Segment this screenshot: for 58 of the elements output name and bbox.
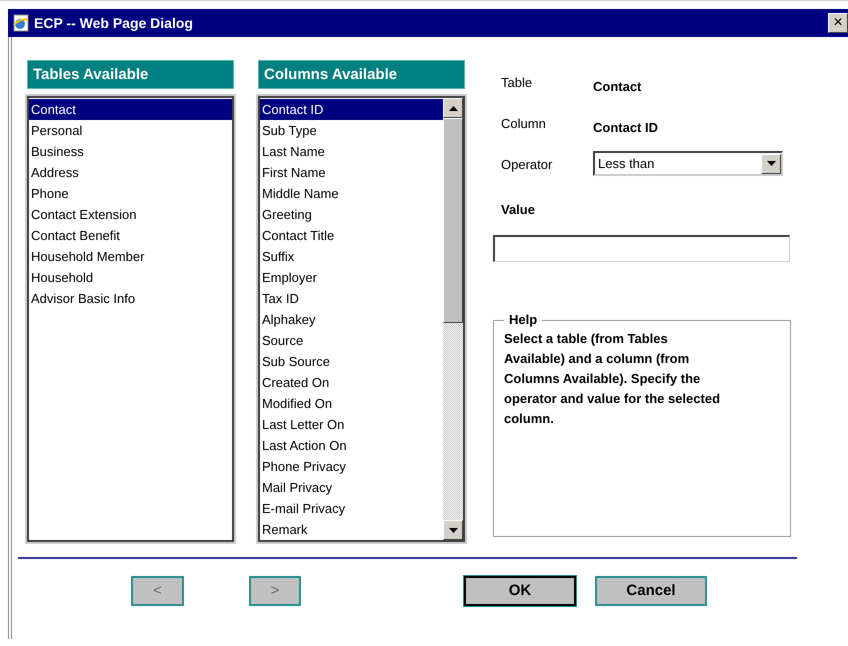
help-text: Select a table (from Tables Available) and a column (from Columns Available). Specify the operator and value for the selected column. xyxy=(504,330,722,428)
app-icon xyxy=(12,14,30,32)
scrollbar[interactable] xyxy=(443,98,463,540)
down-arrow-icon xyxy=(448,528,458,532)
list-item[interactable]: Last Letter On xyxy=(260,414,443,435)
list-item[interactable]: Phone xyxy=(29,183,232,204)
list-item[interactable]: Remark xyxy=(260,519,443,540)
list-item[interactable]: Contact xyxy=(29,99,232,120)
operator-dropdown[interactable]: Less than xyxy=(593,151,783,176)
value-field[interactable] xyxy=(493,234,790,262)
field-label: Value xyxy=(500,201,536,219)
list-item[interactable]: Modified On xyxy=(260,393,443,414)
list-item[interactable]: Business xyxy=(29,141,232,162)
list-item[interactable]: Address xyxy=(29,162,232,183)
list-item[interactable]: Personal xyxy=(29,120,232,141)
list-item[interactable]: Middle Name xyxy=(260,183,443,204)
panel-header: Columns Available xyxy=(258,60,465,89)
list-item[interactable]: Sub Type xyxy=(260,120,443,141)
list-item[interactable]: Household xyxy=(29,267,232,288)
scroll-thumb[interactable] xyxy=(443,118,463,323)
scroll-up-button[interactable] xyxy=(443,98,463,118)
list-item[interactable]: Contact Benefit xyxy=(29,225,232,246)
field-label: Table xyxy=(500,74,534,92)
help-title: Help xyxy=(504,312,542,328)
list-item[interactable]: Created On xyxy=(260,372,443,393)
list-item[interactable]: Source xyxy=(260,330,443,351)
ok-button[interactable]: OK xyxy=(464,576,576,606)
list-item[interactable]: Household Member xyxy=(29,246,232,267)
list-item[interactable]: Contact Extension xyxy=(29,204,232,225)
up-arrow-icon xyxy=(448,106,458,110)
list-item[interactable]: Phone Privacy xyxy=(260,456,443,477)
list-item[interactable]: First Name xyxy=(260,162,443,183)
list-item[interactable]: Advisor Basic Info xyxy=(29,288,232,309)
field-value: Contact xyxy=(593,78,642,96)
list-item[interactable]: E-mail Privacy xyxy=(260,498,443,519)
field-label: Operator xyxy=(500,156,554,174)
field-label: Column xyxy=(500,115,547,133)
list-item[interactable]: Last Name xyxy=(260,141,443,162)
field-value: Contact ID xyxy=(593,119,658,137)
dropdown-button[interactable] xyxy=(761,154,781,174)
list-item[interactable]: Suffix xyxy=(260,246,443,267)
close-button[interactable]: × xyxy=(828,13,848,33)
scroll-down-button[interactable] xyxy=(443,520,463,540)
dialog-button[interactable]: Cancel xyxy=(595,576,707,606)
list-box[interactable]: Contact Personal Business Address Phone Contact Extension Contact Benefit Household Member Household Advisor Basic Info xyxy=(27,96,234,542)
list-item[interactable]: Tax ID xyxy=(260,288,443,309)
list-item[interactable]: Mail Privacy xyxy=(260,477,443,498)
caret-icon xyxy=(766,161,776,166)
window-title: ECP -- Web Page Dialog xyxy=(34,14,194,33)
panel-header: Tables Available xyxy=(27,60,234,89)
list-item[interactable]: Sub Source xyxy=(260,351,443,372)
list-item[interactable]: Alphakey xyxy=(260,309,443,330)
list-item[interactable]: Employer xyxy=(260,267,443,288)
list-item[interactable]: Last Action On xyxy=(260,435,443,456)
list-item[interactable]: Contact Title xyxy=(260,225,443,246)
list-box[interactable] xyxy=(258,96,465,542)
list-item[interactable]: Greeting xyxy=(260,204,443,225)
list-item[interactable]: Contact ID xyxy=(260,99,443,120)
